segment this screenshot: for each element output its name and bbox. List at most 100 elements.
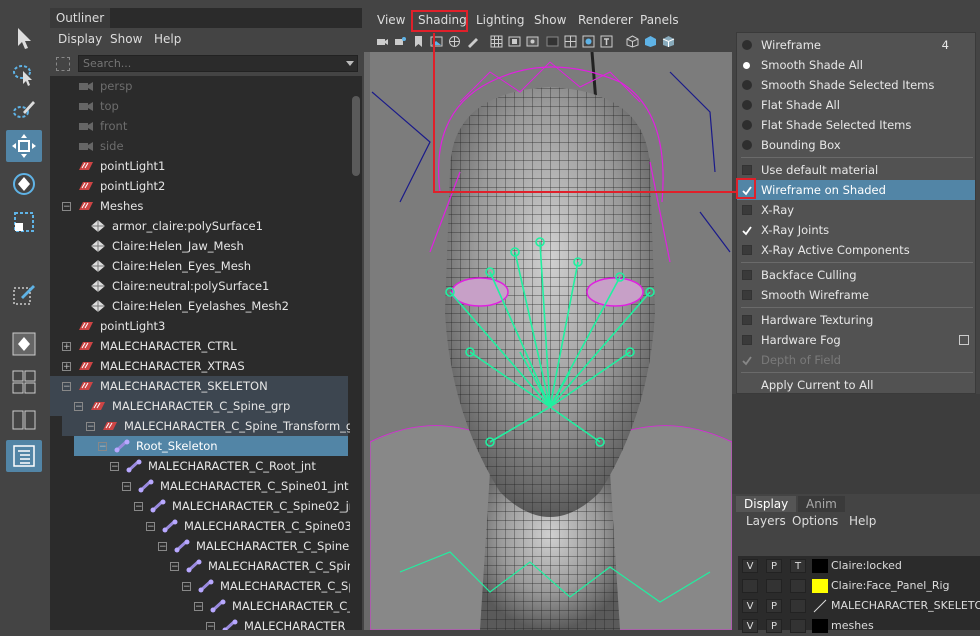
outliner-tab[interactable]: Outliner bbox=[50, 8, 110, 28]
menu-item-backface-culling[interactable]: Backface Culling bbox=[737, 265, 975, 285]
menu-item-bounding-box[interactable]: Bounding Box bbox=[737, 135, 975, 155]
menu-show[interactable]: Show bbox=[110, 32, 142, 46]
menu-item-smooth-shade-all[interactable]: Smooth Shade All bbox=[737, 55, 975, 75]
menu-help[interactable]: Help bbox=[849, 514, 876, 528]
collapse-icon[interactable]: − bbox=[62, 382, 71, 392]
collapse-icon[interactable]: − bbox=[62, 202, 71, 212]
menu-layers[interactable]: Layers bbox=[746, 514, 786, 528]
outliner-row[interactable]: MALECHARACTER_C_S bbox=[210, 596, 350, 616]
wireframe-on-shaded-icon[interactable] bbox=[662, 35, 675, 48]
menu-item-flat-shade-all[interactable]: Flat Shade All bbox=[737, 95, 975, 115]
outliner-row[interactable]: pointLight3 bbox=[78, 316, 350, 336]
outliner-scrollbar[interactable] bbox=[350, 76, 362, 630]
outliner-row[interactable]: MALECHARACTER_CTRL bbox=[78, 336, 350, 356]
2d-pan-zoom-icon[interactable] bbox=[448, 35, 461, 48]
collapse-icon[interactable]: − bbox=[146, 522, 155, 532]
option-box-icon[interactable] bbox=[959, 335, 969, 345]
tab-display[interactable]: Display bbox=[736, 496, 797, 512]
collapse-icon[interactable]: − bbox=[134, 502, 143, 512]
layer-row[interactable]: V P T Claire:locked bbox=[738, 556, 980, 576]
outliner-row[interactable]: MALECHARACTER_C bbox=[222, 616, 350, 630]
grid-icon[interactable] bbox=[490, 35, 503, 48]
collapse-icon[interactable]: − bbox=[122, 482, 131, 492]
menu-item-wireframe[interactable]: Wireframe 4 bbox=[737, 35, 975, 55]
select-tool-icon[interactable] bbox=[6, 22, 42, 54]
menu-item-flat-shade-selected-items[interactable]: Flat Shade Selected Items bbox=[737, 115, 975, 135]
collapse-icon[interactable]: − bbox=[170, 562, 179, 572]
expand-icon[interactable]: + bbox=[62, 362, 71, 372]
menu-show[interactable]: Show bbox=[534, 13, 566, 27]
outliner-row[interactable]: MALECHARACTER_C_Spine04 bbox=[174, 536, 350, 556]
move-tool-icon[interactable] bbox=[6, 130, 42, 162]
outliner-row[interactable]: pointLight1 bbox=[78, 156, 350, 176]
image-plane-icon[interactable] bbox=[430, 35, 443, 48]
layer-t-toggle[interactable] bbox=[790, 579, 806, 593]
menu-display[interactable]: Display bbox=[58, 32, 102, 46]
chevron-down-icon[interactable] bbox=[346, 61, 354, 66]
lasso-tool-icon[interactable] bbox=[6, 58, 42, 90]
safe-action-icon[interactable] bbox=[582, 35, 595, 48]
menu-item-wireframe-on-shaded[interactable]: Wireframe on Shaded bbox=[737, 180, 975, 200]
layer-t-toggle[interactable] bbox=[790, 599, 806, 613]
outliner-row[interactable]: side bbox=[78, 136, 350, 156]
field-chart-icon[interactable] bbox=[564, 35, 577, 48]
tab-anim[interactable]: Anim bbox=[798, 496, 845, 512]
layer-color-swatch[interactable] bbox=[812, 579, 828, 593]
rotate-tool-icon[interactable] bbox=[6, 168, 42, 200]
outliner-row[interactable]: Meshes bbox=[78, 196, 350, 216]
layer-v-toggle[interactable] bbox=[742, 579, 758, 593]
outliner-layout-icon[interactable] bbox=[6, 440, 42, 472]
outliner-row[interactable]: MALECHARACTER_SKELETON bbox=[50, 376, 348, 396]
collapse-icon[interactable]: − bbox=[86, 422, 95, 432]
menu-item-x-ray-joints[interactable]: X-Ray Joints bbox=[737, 220, 975, 240]
menu-item-hardware-texturing[interactable]: Hardware Texturing bbox=[737, 310, 975, 330]
search-input[interactable] bbox=[78, 55, 358, 72]
outliner-row[interactable]: MALECHARACTER_C_Spine01_jnt bbox=[138, 476, 350, 496]
menu-item-apply-current-to-all[interactable]: Apply Current to All bbox=[737, 375, 975, 395]
collapse-icon[interactable]: − bbox=[194, 602, 203, 612]
layout-single-icon[interactable] bbox=[6, 328, 42, 360]
outliner-row[interactable]: persp bbox=[78, 76, 350, 96]
outliner-row[interactable]: Claire:Helen_Eyelashes_Mesh2 bbox=[90, 296, 350, 316]
layer-t-toggle[interactable]: T bbox=[790, 559, 806, 573]
scale-tool-icon[interactable] bbox=[6, 206, 42, 238]
scrollbar-thumb[interactable] bbox=[352, 96, 360, 176]
menu-help[interactable]: Help bbox=[154, 32, 181, 46]
outliner-row[interactable]: MALECHARACTER_C_Spine bbox=[186, 556, 350, 576]
menu-panels[interactable]: Panels bbox=[640, 13, 679, 27]
wireframe-cube-icon[interactable] bbox=[626, 35, 639, 48]
layer-p-toggle[interactable]: P bbox=[766, 559, 782, 573]
outliner-row[interactable]: front bbox=[78, 116, 350, 136]
collapse-icon[interactable]: − bbox=[74, 402, 83, 412]
collapse-icon[interactable]: − bbox=[158, 542, 167, 552]
outliner-row[interactable]: pointLight2 bbox=[78, 176, 350, 196]
outliner-row[interactable]: top bbox=[78, 96, 350, 116]
collapse-icon[interactable]: − bbox=[206, 622, 215, 630]
menu-renderer[interactable]: Renderer bbox=[578, 13, 633, 27]
outliner-row[interactable]: Claire:Helen_Jaw_Mesh bbox=[90, 236, 350, 256]
layer-color-swatch[interactable] bbox=[812, 619, 828, 633]
outliner-row[interactable]: MALECHARACTER_C_Root_jnt bbox=[126, 456, 350, 476]
layer-p-toggle[interactable]: P bbox=[766, 599, 782, 613]
filter-icon[interactable] bbox=[56, 57, 70, 71]
smooth-shade-icon[interactable] bbox=[644, 35, 657, 48]
outliner-row[interactable]: MALECHARACTER_C_Spine02_jnt bbox=[150, 496, 350, 516]
layer-row[interactable]: V Pmeshes bbox=[738, 616, 980, 636]
layout-four-icon[interactable] bbox=[6, 366, 42, 398]
menu-lighting[interactable]: Lighting bbox=[476, 13, 525, 27]
layer-p-toggle[interactable]: P bbox=[766, 619, 782, 633]
layer-row[interactable]: Claire:Face_Panel_Rig bbox=[738, 576, 980, 596]
outliner-row[interactable]: MALECHARACTER_C_Spi bbox=[198, 576, 350, 596]
grease-pencil-icon[interactable] bbox=[466, 35, 479, 48]
safe-title-icon[interactable] bbox=[600, 35, 613, 48]
layer-v-toggle[interactable]: V bbox=[742, 559, 758, 573]
camera-attributes-icon[interactable] bbox=[394, 35, 407, 48]
soft-select-tool-icon[interactable] bbox=[6, 280, 42, 312]
outliner-row[interactable]: MALECHARACTER_C_Spine_grp bbox=[50, 396, 348, 416]
menu-item-use-default-material[interactable]: Use default material bbox=[737, 160, 975, 180]
outliner-row[interactable]: armor_claire:polySurface1 bbox=[90, 216, 350, 236]
film-gate-icon[interactable] bbox=[508, 35, 521, 48]
bookmark-icon[interactable] bbox=[412, 35, 425, 48]
menu-view[interactable]: View bbox=[377, 13, 405, 27]
layer-p-toggle[interactable] bbox=[766, 579, 782, 593]
